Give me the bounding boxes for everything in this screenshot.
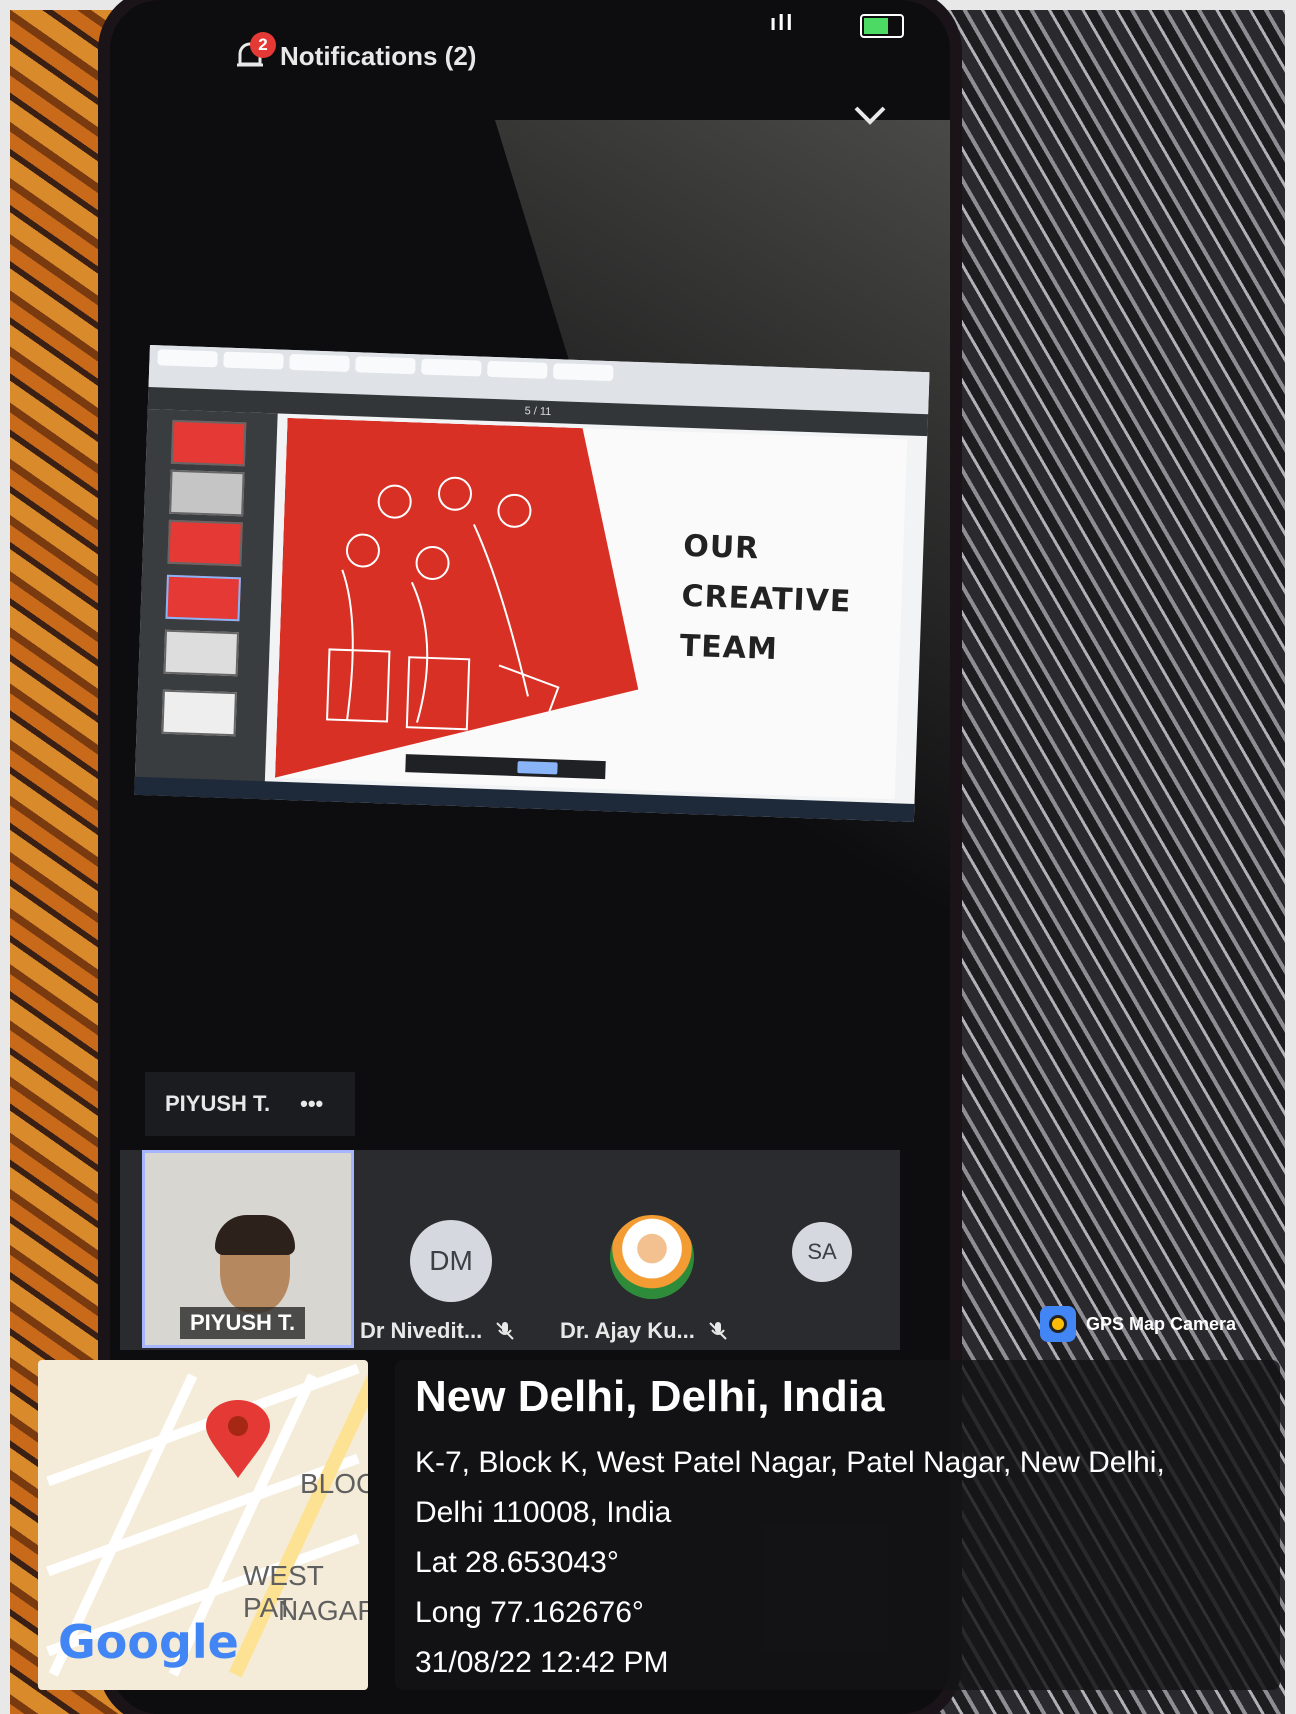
notification-count-badge: 2 [250, 32, 276, 58]
current-slide: OUR CREATIVE TEAM [274, 417, 908, 800]
slide-thumbnail[interactable] [170, 419, 247, 467]
avatar [610, 1215, 694, 1299]
stop-sharing-button[interactable] [517, 761, 558, 775]
slide-title: OUR CREATIVE TEAM [679, 522, 854, 678]
map-thumbnail: BLOC WEST PAT NAGAR Google [38, 1360, 368, 1690]
map-label: BLOC [300, 1468, 368, 1499]
latitude: Lat 28.653043° [415, 1546, 619, 1579]
pinned-presenter-name: PIYUSH T. [165, 1091, 271, 1116]
location-overlay: New Delhi, Delhi, India K-7, Block K, We… [395, 1360, 1280, 1690]
chevron-down-icon[interactable] [850, 100, 890, 130]
team-illustration [275, 418, 647, 790]
camera-pin-icon [1040, 1306, 1076, 1342]
photo-border-left [0, 0, 10, 1714]
battery-icon [860, 14, 904, 38]
slide-title-line: CREATIVE [680, 578, 852, 620]
slide-thumbnails [134, 408, 278, 800]
slide-thumbnail[interactable] [163, 629, 240, 677]
notifications-label: Notifications (2) [280, 40, 477, 71]
slide-thumbnail[interactable] [167, 519, 243, 567]
slide-thumbnail[interactable] [161, 689, 237, 737]
participant-name: Dr. Ajay Ku... [560, 1318, 695, 1343]
slide-title-line: TEAM [679, 628, 779, 668]
more-options-icon[interactable]: ••• [300, 1091, 323, 1117]
slide-title-line: OUR [682, 528, 760, 567]
map-label: NAGAR [278, 1595, 368, 1626]
location-city: New Delhi, Delhi, India [415, 1372, 885, 1421]
signal-indicator: ıll [770, 10, 795, 35]
gps-map-camera-brand: GPS Map Camera [1040, 1306, 1236, 1342]
bell-icon: 2 [232, 32, 276, 74]
notifications-button[interactable]: 2 Notifications (2) [232, 32, 477, 74]
address-line-1: K-7, Block K, West Patel Nagar, Patel Na… [415, 1446, 1165, 1479]
slide-thumbnail[interactable] [169, 469, 245, 517]
shared-screen[interactable]: 5 / 11 OUR CREATIVE TEAM [134, 345, 930, 822]
participant-video-hair [215, 1215, 295, 1255]
avatar: SA [792, 1222, 852, 1282]
avatar: DM [410, 1220, 492, 1302]
longitude: Long 77.162676° [415, 1596, 644, 1629]
page-indicator: 5 / 11 [524, 405, 552, 419]
participant-name: PIYUSH T. [180, 1307, 306, 1339]
google-logo: Google [58, 1615, 239, 1669]
participant-strip: PIYUSH T. DM Dr Nivedit... Dr. Ajay Ku..… [120, 1150, 900, 1350]
participant-tile[interactable]: Dr Nivedit... [360, 1318, 516, 1344]
pinned-presenter-chip[interactable]: PIYUSH T. ••• [145, 1072, 355, 1136]
participant-name: Dr Nivedit... [360, 1318, 483, 1343]
photo-border-right [1285, 0, 1296, 1714]
slide-thumbnail[interactable] [165, 574, 241, 622]
timestamp: 31/08/22 12:42 PM [415, 1646, 669, 1679]
map-pin-icon [206, 1400, 270, 1478]
participant-tile[interactable]: Dr. Ajay Ku... [560, 1318, 729, 1344]
mic-off-icon [709, 1322, 727, 1340]
gps-brand-label: GPS Map Camera [1086, 1313, 1237, 1334]
address-line-2: Delhi 110008, India [415, 1496, 672, 1529]
mic-off-icon [496, 1322, 514, 1340]
participant-tile-self[interactable]: PIYUSH T. [142, 1150, 354, 1348]
